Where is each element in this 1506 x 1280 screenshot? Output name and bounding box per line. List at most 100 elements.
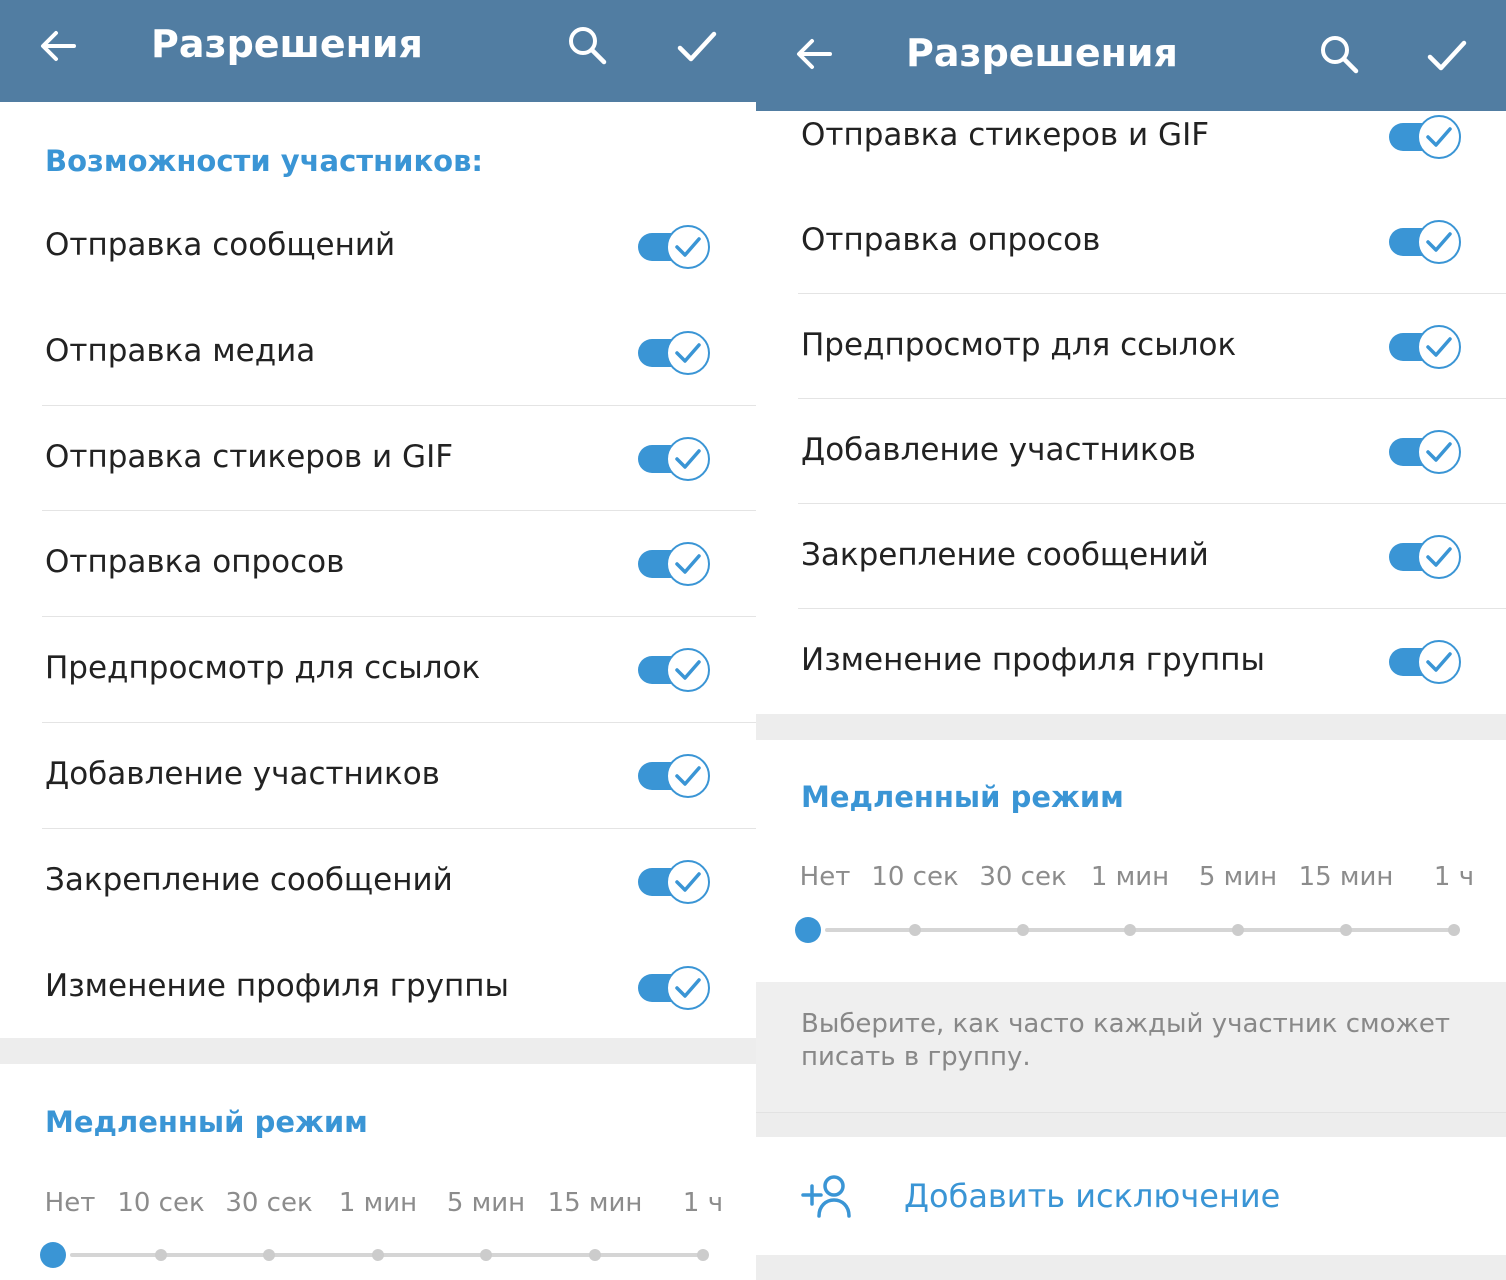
permission-row[interactable]: Изменение профиля группы xyxy=(756,609,1506,714)
permission-toggle[interactable] xyxy=(1389,535,1461,579)
slider-stop[interactable] xyxy=(1340,924,1352,936)
check-icon xyxy=(1426,337,1452,357)
permission-row[interactable]: Добавление участников xyxy=(0,723,756,829)
permission-row[interactable]: Закрепление сообщений xyxy=(756,504,1506,609)
permission-label: Отправка стикеров и GIF xyxy=(45,438,454,475)
toggle-knob xyxy=(1417,220,1461,264)
check-icon xyxy=(675,977,701,998)
slow-mode-option-label[interactable]: 5 мин xyxy=(426,1188,546,1218)
permission-toggle[interactable] xyxy=(638,754,710,798)
permission-toggle[interactable] xyxy=(638,542,710,587)
permission-toggle[interactable] xyxy=(1389,325,1461,369)
permission-row[interactable]: Отправка опросов xyxy=(756,189,1506,294)
toggle-knob xyxy=(666,436,710,481)
slow-mode-option-label[interactable]: 1 мин xyxy=(1070,862,1190,892)
check-icon xyxy=(1426,547,1452,567)
slow-mode-option-label[interactable]: 15 мин xyxy=(535,1188,655,1218)
slider-stop[interactable] xyxy=(697,1249,709,1261)
permission-toggle[interactable] xyxy=(1389,220,1461,264)
toggle-knob xyxy=(666,330,710,375)
check-icon xyxy=(1426,127,1452,147)
toggle-knob xyxy=(666,648,710,693)
slider-stop[interactable] xyxy=(1448,924,1460,936)
slow-mode-option-label[interactable]: 30 сек xyxy=(209,1188,329,1218)
toggle-knob xyxy=(1417,325,1461,369)
permission-label: Предпросмотр для ссылок xyxy=(801,327,1237,363)
section-gap xyxy=(0,1038,756,1064)
add-exception-button[interactable]: Добавить исключение xyxy=(756,1137,1506,1255)
check-icon xyxy=(1426,232,1452,252)
permission-toggle[interactable] xyxy=(638,225,710,269)
slow-mode-hint: Выберите, как часто каждый участник смож… xyxy=(801,1009,1451,1072)
permission-toggle[interactable] xyxy=(638,648,710,693)
permission-row[interactable]: Изменение профиля группы xyxy=(0,935,756,1041)
add-exception-label: Добавить исключение xyxy=(904,1177,1281,1215)
slow-mode-option-label[interactable]: 1 ч xyxy=(643,1188,756,1218)
slow-mode-section-title: Медленный режим xyxy=(45,1105,368,1139)
search-icon[interactable] xyxy=(1318,33,1360,75)
permission-row[interactable]: Отправка сообщений xyxy=(0,194,756,300)
toggle-knob xyxy=(666,542,710,587)
slider-stop[interactable] xyxy=(589,1249,601,1261)
permission-toggle[interactable] xyxy=(1389,115,1461,159)
slow-mode-option-label[interactable]: 5 мин xyxy=(1178,862,1298,892)
permission-row[interactable]: Закрепление сообщений xyxy=(0,829,756,935)
toggle-knob xyxy=(666,754,710,798)
back-arrow-icon[interactable] xyxy=(38,26,78,66)
permission-row[interactable]: Добавление участников xyxy=(756,399,1506,504)
slider-stop[interactable] xyxy=(372,1249,384,1261)
slow-mode-hint-box: Выберите, как часто каждый участник смож… xyxy=(756,982,1506,1113)
permission-toggle[interactable] xyxy=(1389,640,1461,684)
check-icon xyxy=(675,872,701,892)
slow-mode-option-label[interactable]: 15 мин xyxy=(1286,862,1406,892)
slider-stop[interactable] xyxy=(1017,924,1029,936)
permission-toggle[interactable] xyxy=(638,436,710,481)
slow-mode-option-label[interactable]: 10 сек xyxy=(101,1188,221,1218)
search-icon[interactable] xyxy=(566,24,608,66)
slider-thumb[interactable] xyxy=(795,917,821,943)
back-arrow-icon[interactable] xyxy=(794,34,834,74)
slider-stop[interactable] xyxy=(909,924,921,936)
slow-mode-option-label[interactable]: 1 мин xyxy=(318,1188,438,1218)
permission-toggle[interactable] xyxy=(638,330,710,375)
section-gap xyxy=(756,1255,1506,1280)
permission-label: Отправка сообщений xyxy=(45,227,396,263)
permission-row[interactable]: Отправка медиа xyxy=(0,300,756,406)
slow-mode-option-label[interactable]: 30 сек xyxy=(963,862,1083,892)
slow-mode-option-label[interactable]: 1 ч xyxy=(1394,862,1506,892)
permission-row[interactable]: Предпросмотр для ссылок xyxy=(0,617,756,723)
check-icon xyxy=(675,766,701,786)
toggle-knob xyxy=(1417,430,1461,474)
slider-stop[interactable] xyxy=(1232,924,1244,936)
confirm-check-icon[interactable] xyxy=(1426,35,1468,75)
confirm-check-icon[interactable] xyxy=(676,26,718,66)
slider-stop[interactable] xyxy=(480,1249,492,1261)
permission-label: Закрепление сообщений xyxy=(801,537,1209,573)
permission-label: Отправка медиа xyxy=(45,332,316,369)
slow-mode-option-label[interactable]: 10 сек xyxy=(855,862,975,892)
toggle-knob xyxy=(1417,535,1461,579)
page-title: Разрешения xyxy=(906,31,1178,75)
permission-toggle[interactable] xyxy=(638,859,710,904)
permission-label: Изменение профиля группы xyxy=(801,642,1266,678)
app-bar: Разрешения xyxy=(0,0,756,102)
permission-row[interactable]: Предпросмотр для ссылок xyxy=(756,294,1506,399)
permission-row[interactable]: Отправка опросов xyxy=(0,511,756,617)
check-icon xyxy=(675,343,701,363)
permission-row[interactable]: Отправка стикеров и GIF xyxy=(0,406,756,512)
slider-stop[interactable] xyxy=(1124,924,1136,936)
slider-thumb[interactable] xyxy=(40,1242,66,1268)
permission-label: Закрепление сообщений xyxy=(45,861,453,898)
toggle-knob xyxy=(666,225,710,269)
permission-toggle[interactable] xyxy=(1389,430,1461,474)
permission-label: Предпросмотр для ссылок xyxy=(45,650,481,687)
add-user-icon xyxy=(800,1173,856,1223)
toggle-knob xyxy=(1417,640,1461,684)
permission-label: Изменение профиля группы xyxy=(45,967,510,1004)
permission-label: Отправка стикеров и GIF xyxy=(801,117,1210,153)
slider-stop[interactable] xyxy=(155,1249,167,1261)
check-icon xyxy=(675,660,701,680)
check-icon xyxy=(675,554,701,575)
slider-stop[interactable] xyxy=(263,1249,275,1261)
permission-toggle[interactable] xyxy=(638,965,710,1010)
